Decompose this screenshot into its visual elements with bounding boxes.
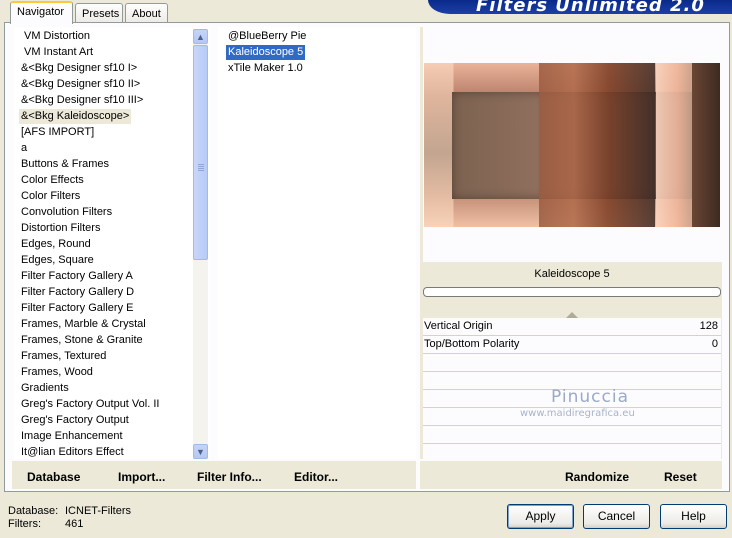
category-item[interactable]: [AFS IMPORT] (19, 125, 96, 140)
param-row-empty (423, 444, 721, 462)
category-item[interactable]: Filter Factory Gallery A (19, 269, 135, 284)
category-item[interactable]: Edges, Round (19, 237, 93, 252)
link-bar: Database Import... Filter Info... Editor… (12, 461, 416, 489)
filter-list[interactable] (218, 27, 416, 459)
chevron-up-icon[interactable]: ▲ (193, 29, 208, 44)
category-item[interactable]: Frames, Textured (19, 349, 108, 364)
preview-image-strip (539, 63, 655, 227)
progress-bar (423, 287, 721, 297)
filter-item[interactable]: xTile Maker 1.0 (226, 61, 305, 76)
import-link[interactable]: Import... (118, 470, 165, 484)
editor-link[interactable]: Editor... (294, 470, 338, 484)
database-value: ICNET-Filters (65, 505, 131, 517)
scroll-thumb[interactable] (193, 45, 208, 260)
category-item[interactable]: Buttons & Frames (19, 157, 111, 172)
category-item[interactable]: Filter Factory Gallery D (19, 285, 136, 300)
param-label: Vertical Origin (424, 320, 493, 332)
category-item[interactable]: Frames, Marble & Crystal (19, 317, 148, 332)
category-item[interactable]: Frames, Stone & Granite (19, 333, 145, 348)
category-scrollbar[interactable]: ▲ ▼ (193, 29, 208, 459)
category-item[interactable]: VM Instant Art (22, 45, 95, 60)
filters-label: Filters: (8, 518, 41, 530)
category-item[interactable]: Gradients (19, 381, 71, 396)
cancel-button[interactable]: Cancel (583, 504, 650, 529)
help-button[interactable]: Help (660, 504, 727, 529)
category-item[interactable]: It@lian Editors Effect (19, 445, 126, 460)
category-item[interactable]: VM Distortion (22, 29, 92, 44)
category-item[interactable]: Greg's Factory Output (19, 413, 131, 428)
category-item[interactable]: Filter Factory Gallery E (19, 301, 135, 316)
category-item[interactable]: Image Enhancement (19, 429, 125, 444)
param-row-vertical-origin[interactable]: Vertical Origin 128 (423, 312, 721, 336)
category-item[interactable]: Color Filters (19, 189, 82, 204)
database-link[interactable]: Database (27, 470, 80, 484)
slider-marker-icon[interactable] (566, 312, 578, 318)
filter-item[interactable]: Kaleidoscope 5 (226, 45, 306, 60)
category-item[interactable]: &<Bkg Kaleidoscope> (19, 109, 132, 124)
app-title: Filters Unlimited 2.0 (476, 0, 705, 14)
apply-button[interactable]: Apply (507, 504, 574, 529)
filters-count: 461 (65, 518, 84, 530)
link-bar-right: Randomize Reset (420, 461, 722, 489)
category-item[interactable]: Greg's Factory Output Vol. II (19, 397, 161, 412)
tab-navigator[interactable]: Navigator (10, 1, 73, 24)
watermark-url: www.maidiregrafica.eu (520, 408, 635, 419)
randomize-link[interactable]: Randomize (565, 470, 629, 484)
param-row-empty (423, 426, 721, 444)
tab-presets[interactable]: Presets (75, 3, 123, 23)
param-row-empty (423, 354, 721, 372)
chevron-down-icon[interactable]: ▼ (193, 444, 208, 459)
category-item[interactable]: Edges, Square (19, 253, 96, 268)
preview-image-edge (692, 63, 720, 227)
category-item[interactable]: a (19, 141, 29, 156)
category-item[interactable]: &<Bkg Designer sf10 I> (19, 61, 139, 76)
category-item[interactable]: Convolution Filters (19, 205, 114, 220)
category-item[interactable]: &<Bkg Designer sf10 III> (19, 93, 145, 108)
app-banner: Filters Unlimited 2.0 (428, 0, 732, 14)
category-item[interactable]: &<Bkg Designer sf10 II> (19, 77, 142, 92)
param-label: Top/Bottom Polarity (424, 338, 520, 350)
filter-item[interactable]: @BlueBerry Pie (226, 29, 308, 44)
param-value: 128 (699, 320, 718, 332)
watermark-name: Pinuccia (551, 387, 629, 407)
preview-image-band (656, 63, 692, 227)
database-label: Database: (8, 505, 59, 517)
reset-link[interactable]: Reset (664, 470, 697, 484)
grip-icon (198, 164, 204, 171)
preview-image (424, 63, 720, 227)
tab-about[interactable]: About (125, 3, 168, 23)
category-item[interactable]: Frames, Wood (19, 365, 95, 380)
category-item[interactable]: Distortion Filters (19, 221, 102, 236)
param-value: 0 (711, 338, 718, 350)
filter-info-link[interactable]: Filter Info... (197, 470, 262, 484)
param-row-top-bottom-polarity[interactable]: Top/Bottom Polarity 0 (423, 336, 721, 354)
current-filter-name: Kaleidoscope 5 (423, 264, 721, 284)
category-item[interactable]: Color Effects (19, 173, 86, 188)
